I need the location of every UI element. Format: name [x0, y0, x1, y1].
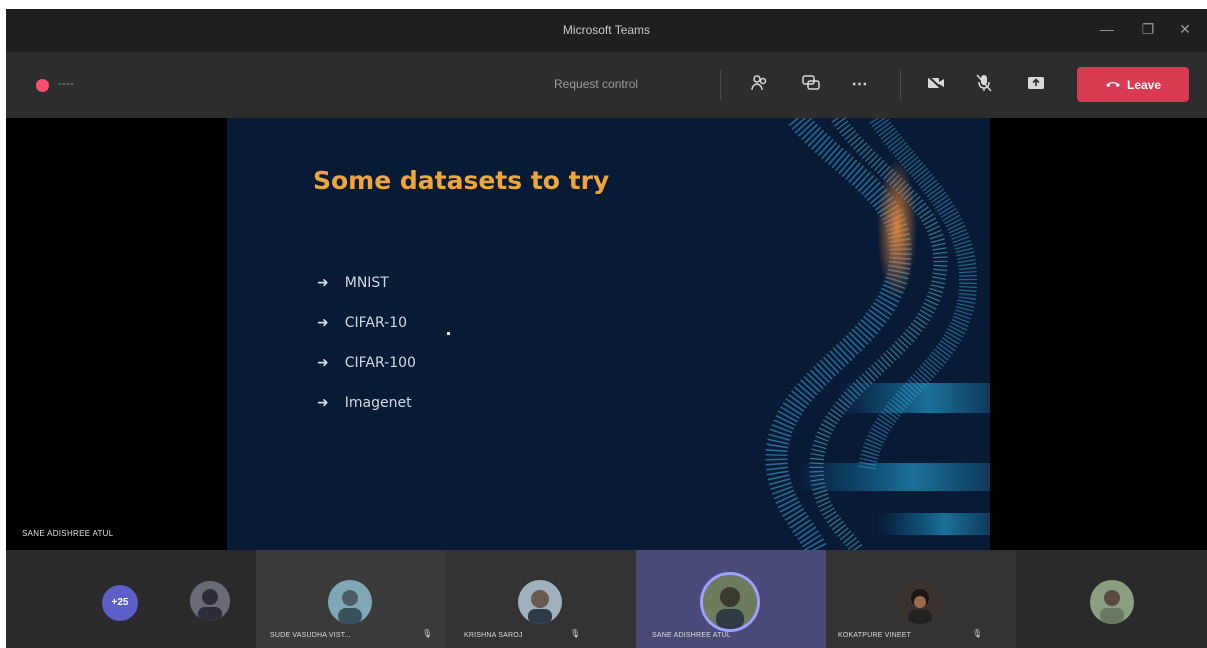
participant-tile[interactable] — [1016, 550, 1207, 648]
slide-bullet: ➜ CIFAR-100 — [317, 355, 416, 371]
avatar — [1090, 580, 1134, 624]
leave-label: Leave — [1126, 77, 1162, 92]
avatar — [703, 575, 757, 629]
mic-off-icon: 🎙 — [570, 629, 581, 638]
request-control-button[interactable]: Request control — [554, 77, 638, 91]
participant-name: KOKATPURE VINEET — [838, 632, 912, 639]
recording-indicator-icon — [36, 79, 49, 92]
overflow-count-badge[interactable]: +25 — [102, 585, 138, 621]
toolbar-divider — [900, 70, 901, 100]
toolbar-divider — [720, 70, 721, 100]
more-icon[interactable]: ⋯ — [848, 73, 872, 97]
close-icon[interactable]: ✕ — [1174, 18, 1196, 40]
presenter-name-label: SANE ADISHREE ATUL — [22, 529, 114, 538]
teams-window: Microsoft Teams — ❐ ✕ ---- Request contr… — [6, 9, 1207, 648]
avatar — [190, 581, 230, 621]
window-title: Microsoft Teams — [562, 23, 651, 37]
participant-name: KRISHNA SAROJ — [464, 632, 523, 639]
arrow-icon: ➜ — [317, 275, 329, 291]
participant-strip: +25 SUDE VASUDHA VIST... 🎙 KRISHNA SAROJ… — [6, 550, 1207, 648]
participant-tile[interactable]: KRISHNA SAROJ 🎙 — [446, 550, 636, 648]
minimize-icon[interactable]: — — [1096, 18, 1118, 40]
participant-tile-overflow[interactable]: +25 — [6, 550, 256, 648]
avatar — [328, 580, 372, 624]
participant-tile[interactable]: SUDE VASUDHA VIST... 🎙 — [256, 550, 446, 648]
participant-tile[interactable]: KOKATPURE VINEET 🎙 — [826, 550, 1016, 648]
slide-bullet: ➜ MNIST — [317, 275, 389, 291]
slide-bullet: ➜ CIFAR-10 — [317, 315, 408, 331]
participant-name: SANE ADISHREE ATUL — [652, 632, 731, 639]
people-icon[interactable] — [748, 73, 772, 97]
mic-off-icon: 🎙 — [972, 629, 983, 638]
share-screen-icon[interactable] — [1024, 73, 1048, 97]
hangup-icon — [1105, 78, 1121, 92]
arrow-icon: ➜ — [317, 355, 329, 371]
slide-title: Some datasets to try — [313, 166, 610, 195]
title-bar: Microsoft Teams — ❐ ✕ — [6, 9, 1207, 52]
mic-off-icon: 🎙 — [422, 629, 433, 638]
participant-tile-active-speaker[interactable]: SANE ADISHREE ATUL — [636, 550, 826, 648]
slide-bullet-list: ➜ MNIST ➜ CIFAR-10 ➜ CIFAR-100 ➜ Imagenet — [317, 263, 416, 423]
restore-icon[interactable]: ❐ — [1137, 18, 1159, 40]
camera-off-icon[interactable] — [924, 73, 948, 97]
slide-bullet: ➜ Imagenet — [317, 395, 412, 411]
avatar — [898, 580, 942, 624]
mouse-pointer-icon — [447, 332, 450, 335]
shared-screen-stage: Some datasets to try ➜ MNIST ➜ CIFAR-10 ➜ C… — [6, 118, 1207, 550]
meeting-timer: ---- — [58, 76, 74, 90]
meeting-toolbar: ---- Request control ⋯ Leave — [6, 52, 1207, 118]
decorative-wave-art — [765, 118, 990, 550]
leave-button[interactable]: Leave — [1077, 67, 1189, 102]
avatar — [518, 580, 562, 624]
presentation-slide: Some datasets to try ➜ MNIST ➜ CIFAR-10 ➜ C… — [227, 118, 990, 550]
participant-name: SUDE VASUDHA VIST... — [270, 632, 351, 639]
mic-off-icon[interactable] — [972, 73, 996, 97]
chat-icon[interactable] — [799, 73, 823, 97]
arrow-icon: ➜ — [317, 315, 329, 331]
arrow-icon: ➜ — [317, 395, 329, 411]
